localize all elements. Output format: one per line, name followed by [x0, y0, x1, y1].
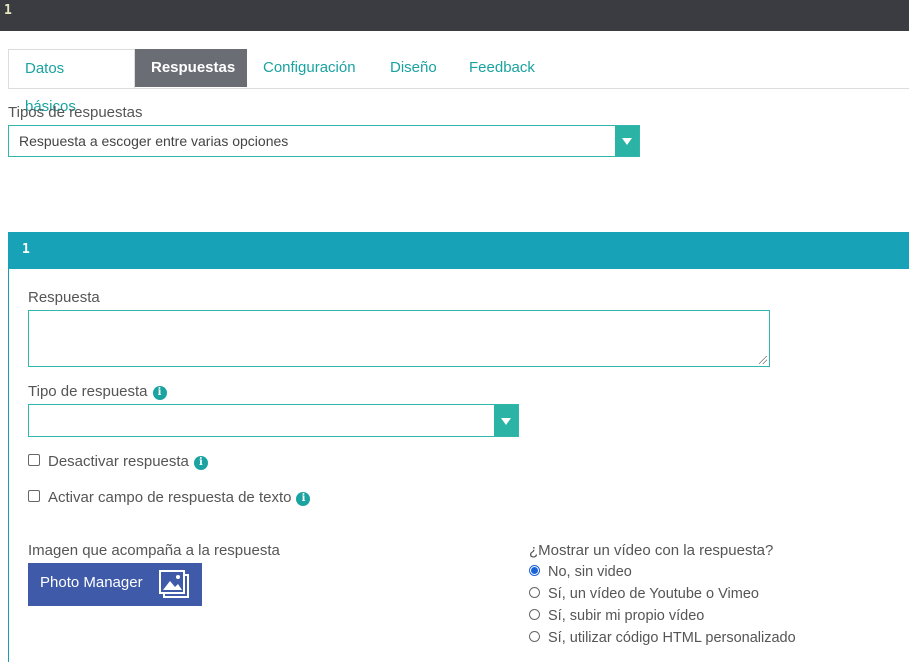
disable-answer-row[interactable]: Desactivar respuesta i: [28, 453, 208, 470]
top-bar-number: 1: [4, 3, 12, 18]
video-option-label: Sí, utilizar código HTML personalizado: [548, 630, 796, 646]
radio-button[interactable]: [529, 609, 540, 620]
video-option-html[interactable]: Sí, utilizar código HTML personalizado: [529, 630, 796, 646]
radio-button[interactable]: [529, 631, 540, 642]
answer-panel-header: 1: [8, 232, 909, 269]
resize-handle-icon[interactable]: [759, 356, 767, 364]
top-bar: 1: [0, 0, 909, 31]
video-option-none[interactable]: No, sin video: [529, 564, 632, 580]
info-icon[interactable]: i: [193, 456, 208, 470]
response-types-selected: Respuesta a escoger entre varias opcione…: [19, 133, 289, 149]
tab-respuestas[interactable]: Respuestas: [135, 49, 247, 87]
disable-answer-label: Desactivar respuesta: [48, 453, 189, 470]
response-types-select[interactable]: Respuesta a escoger entre varias opcione…: [8, 125, 640, 157]
video-option-upload[interactable]: Sí, subir mi propio vídeo: [529, 608, 704, 624]
answer-textarea[interactable]: [28, 310, 770, 367]
tab-diseno[interactable]: Diseño: [374, 49, 453, 87]
answer-type-label: Tipo de respuesta: [28, 383, 148, 400]
answer-type-select[interactable]: [28, 404, 519, 437]
tab-bar: Datos básicos Respuestas Configuración D…: [8, 49, 909, 115]
video-option-label: Sí, subir mi propio vídeo: [548, 608, 705, 624]
info-icon[interactable]: i: [296, 492, 311, 506]
text-field-label: Activar campo de respuesta de texto: [48, 489, 292, 506]
text-field-checkbox[interactable]: [28, 490, 40, 502]
image-label: Imagen que acompaña a la respuesta: [28, 542, 280, 559]
answer-label: Respuesta: [28, 289, 100, 306]
disable-answer-checkbox[interactable]: [28, 454, 40, 466]
video-option-label: No, sin video: [548, 564, 632, 580]
video-option-youtube[interactable]: Sí, un vídeo de Youtube o Vimeo: [529, 586, 759, 602]
photo-manager-label: Photo Manager: [40, 574, 143, 591]
tab-datos-basicos[interactable]: Datos básicos: [8, 49, 135, 115]
video-option-label: Sí, un vídeo de Youtube o Vimeo: [548, 586, 759, 602]
radio-button[interactable]: [529, 565, 540, 576]
response-types-label: Tipos de respuestas: [8, 104, 143, 121]
photo-manager-button[interactable]: Photo Manager: [28, 563, 202, 606]
tab-configuracion[interactable]: Configuración: [247, 49, 372, 87]
chevron-down-icon[interactable]: [494, 405, 518, 436]
chevron-down-icon[interactable]: [615, 126, 639, 156]
radio-button[interactable]: [529, 587, 540, 598]
answer-number: 1: [22, 242, 30, 257]
answer-type-label-row: Tipo de respuesta i: [28, 383, 167, 400]
tab-feedback[interactable]: Feedback: [453, 49, 551, 87]
text-field-row[interactable]: Activar campo de respuesta de texto i: [28, 489, 311, 506]
video-question: ¿Mostrar un vídeo con la respuesta?: [529, 542, 774, 559]
photos-icon: [159, 570, 189, 598]
info-icon[interactable]: i: [152, 386, 167, 400]
